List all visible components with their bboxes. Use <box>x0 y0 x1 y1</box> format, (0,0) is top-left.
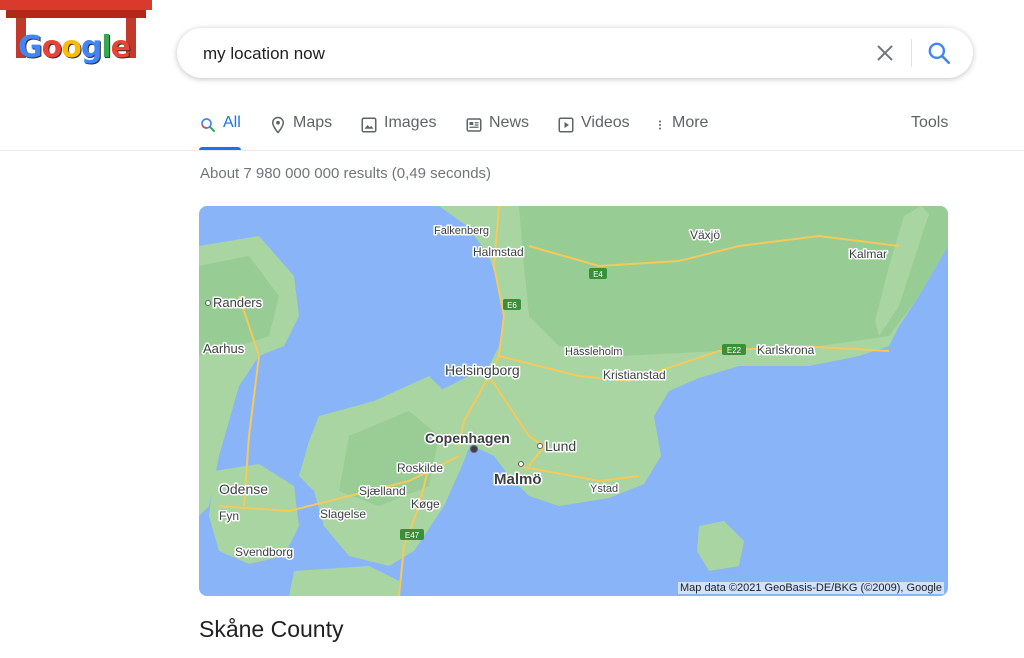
news-icon <box>466 118 482 132</box>
label-halmstad: Halmstad <box>473 245 524 259</box>
tab-images[interactable]: Images <box>360 114 436 150</box>
search-tabs: All Maps Images News Videos More Tools <box>0 102 1024 151</box>
tab-more-label: More <box>672 114 709 131</box>
place-title[interactable]: Skåne County <box>199 616 343 643</box>
map-result[interactable]: E4 E6 E22 E47 Falkenberg Halmstad Växjö … <box>199 206 948 596</box>
label-lund: Lund <box>545 438 576 454</box>
label-ystad: Ystad <box>590 483 618 495</box>
label-koge: Køge <box>411 497 440 511</box>
search-divider <box>911 39 912 67</box>
tab-more[interactable]: More <box>654 114 708 150</box>
google-doodle-logo[interactable]: Google <box>0 0 152 92</box>
torii-lower-beam <box>6 10 146 18</box>
tab-all-label: All <box>223 114 241 131</box>
label-kalmar: Kalmar <box>849 247 887 261</box>
search-icon <box>201 118 215 132</box>
label-randers: Randers <box>213 295 263 310</box>
search-input[interactable] <box>201 40 845 68</box>
tab-videos[interactable]: Videos <box>557 114 630 150</box>
label-helsingborg: Helsingborg <box>445 362 520 378</box>
close-icon[interactable] <box>873 41 897 65</box>
label-hassleholm: Hässleholm <box>565 346 622 358</box>
label-svendborg: Svendborg <box>235 545 293 559</box>
shield-e22-label: E22 <box>727 346 742 355</box>
tab-all[interactable]: All <box>199 114 241 150</box>
label-roskilde: Roskilde <box>397 461 443 475</box>
dot-lund <box>537 443 543 449</box>
search-box <box>177 28 973 78</box>
torii-top-beam <box>0 0 152 10</box>
label-slagelse: Slagelse <box>320 507 366 521</box>
map-pin-icon <box>271 116 285 134</box>
tools-button[interactable]: Tools <box>911 114 948 132</box>
label-odense: Odense <box>219 481 268 497</box>
label-fyn: Fyn <box>219 509 239 523</box>
tab-maps-label: Maps <box>293 114 333 131</box>
label-falkenberg: Falkenberg <box>434 225 489 237</box>
dot-randers <box>205 300 211 306</box>
tab-images-label: Images <box>384 114 437 131</box>
dot-malmo <box>518 461 524 467</box>
label-aarhus: Aarhus <box>203 341 245 356</box>
search-icon[interactable] <box>926 40 952 66</box>
label-sjaelland: Sjælland <box>359 484 406 498</box>
result-stats: About 7 980 000 000 results (0,49 second… <box>200 165 492 182</box>
image-icon <box>361 117 377 133</box>
tab-maps[interactable]: Maps <box>269 114 332 150</box>
shield-e6-label: E6 <box>507 301 517 310</box>
logo-wordmark: Google <box>18 30 131 65</box>
label-vaxjo: Växjö <box>690 228 720 242</box>
tab-news-label: News <box>489 114 530 131</box>
label-kristianstad: Kristianstad <box>603 368 666 382</box>
label-malmo: Malmö <box>494 471 542 488</box>
more-vertical-icon <box>659 120 661 130</box>
map-canvas: E4 E6 E22 E47 Falkenberg Halmstad Växjö … <box>199 206 948 596</box>
dot-copenhagen <box>470 445 478 453</box>
video-icon <box>558 117 574 133</box>
sweden-forest <box>519 206 948 356</box>
tab-videos-label: Videos <box>581 114 630 131</box>
shield-e47-label: E47 <box>405 531 420 540</box>
map-attribution: Map data ©2021 GeoBasis-DE/BKG (©2009), … <box>677 582 944 594</box>
label-karlskrona: Karlskrona <box>757 343 815 357</box>
tab-news[interactable]: News <box>465 114 529 150</box>
label-copenhagen: Copenhagen <box>425 430 510 446</box>
shield-e4-label: E4 <box>593 270 603 279</box>
